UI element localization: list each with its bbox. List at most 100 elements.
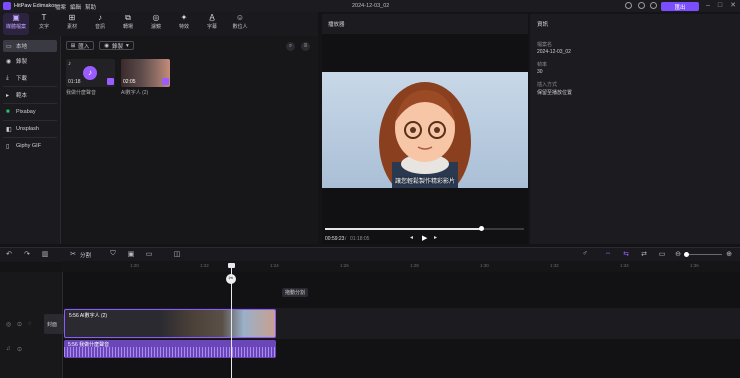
sidebar-item-label: Giphy GIF: [16, 143, 42, 149]
sidebar-item-label: 本地: [16, 44, 28, 50]
sidebar-item-giphy[interactable]: ▯ Giphy GIF: [3, 140, 57, 152]
sidebar-item-unsplash[interactable]: ◧ Unsplash: [3, 123, 57, 135]
preview-subtitle: 讓您輕鬆製作精彩影片: [394, 179, 455, 185]
list-view-icon[interactable]: ≡: [301, 42, 310, 51]
snap-icon[interactable]: ⇄: [639, 250, 649, 258]
maximize-icon[interactable]: □: [716, 2, 724, 10]
audio-clip-label: 5:56 我做什麼聲音: [68, 342, 110, 348]
split-label[interactable]: 分割: [80, 251, 91, 259]
media-thumb-audio[interactable]: ♪ ♪ 01:18: [66, 59, 115, 87]
ripple-icon[interactable]: ⇆: [621, 250, 631, 258]
minimize-icon[interactable]: –: [704, 2, 712, 10]
video-clip[interactable]: 5:56 AI數字人 (2): [64, 309, 276, 338]
track-eye-icon[interactable]: ◎: [6, 321, 11, 328]
scissors-icon[interactable]: ✂: [68, 250, 78, 258]
tool-subtitle[interactable]: A̲ 字幕: [199, 13, 225, 35]
music-note-icon: ♪: [68, 61, 71, 67]
tool-label: 濾鏡: [150, 24, 161, 30]
sidebar-item-label: Unsplash: [16, 126, 39, 132]
playhead-handle[interactable]: [228, 263, 235, 268]
track-mute-icon[interactable]: ◌: [28, 321, 32, 327]
sidebar-item-template[interactable]: ▸ 範本: [3, 89, 57, 101]
account-icon[interactable]: [638, 2, 645, 9]
text-icon: T: [41, 13, 47, 22]
sidebar-item-label: 下載: [16, 76, 28, 82]
zoom-in-icon[interactable]: ⊕: [724, 250, 734, 258]
sidebar-item-pixabay[interactable]: ■ Pixabay: [3, 106, 57, 118]
progress-handle[interactable]: [479, 226, 484, 231]
info-value: 2024-12-03_02: [537, 49, 571, 55]
audio-lock-icon[interactable]: ⊙: [17, 346, 22, 353]
tool-filter[interactable]: ◎ 濾鏡: [143, 13, 169, 35]
split-handle-icon[interactable]: ✂: [226, 274, 236, 284]
zoom-handle[interactable]: [684, 252, 689, 257]
audio-track-icon[interactable]: ♫: [6, 346, 11, 352]
tool-transition[interactable]: ⧉ 轉場: [115, 13, 141, 35]
help-icon[interactable]: [625, 2, 632, 9]
import-button[interactable]: ⊞ 匯入: [66, 41, 94, 50]
record-label: 錄製: [112, 43, 124, 50]
fit-icon[interactable]: ▭: [657, 250, 667, 258]
menu-file[interactable]: 檔案: [55, 3, 66, 11]
record-dropdown[interactable]: ◉ 錄製 ▾: [99, 41, 134, 50]
tool-text[interactable]: T 文字: [31, 13, 57, 35]
transition-icon: ⧉: [125, 13, 131, 22]
undo-icon[interactable]: ↶: [4, 250, 14, 258]
folder-icon: ▭: [6, 43, 12, 50]
audio-clip[interactable]: 5:56 我做什麼聲音: [64, 340, 276, 358]
tool-stickers[interactable]: ⊞ 素材: [59, 13, 85, 35]
menu-help[interactable]: 幫助: [85, 3, 96, 11]
next-frame-icon[interactable]: ▸: [434, 234, 437, 241]
info-label: 幀率: [537, 62, 548, 68]
app-logo-icon: [3, 2, 11, 10]
media-name: 我做什麼聲音: [66, 90, 97, 96]
media-duration: 02:05: [123, 79, 136, 85]
close-icon[interactable]: ✕: [729, 2, 737, 10]
tool-avatar[interactable]: ☺ 數位人: [227, 13, 253, 35]
project-title: 2024-12-03_02: [352, 3, 390, 9]
tool-label: 轉場: [122, 24, 133, 30]
ruler-tick: 1:22: [200, 263, 209, 268]
comment-icon[interactable]: ▭: [144, 250, 154, 258]
audio-icon: ♪: [98, 13, 102, 22]
tool-label: 媒體檔案: [5, 24, 26, 30]
media-thumb-video[interactable]: 02:05: [121, 59, 170, 87]
sidebar-item-label: 錄製: [16, 59, 28, 65]
search-icon[interactable]: ⌕: [286, 42, 295, 51]
prev-frame-icon[interactable]: ◂: [410, 234, 413, 241]
zoom-slider[interactable]: [686, 254, 722, 255]
split-tooltip: 拖動分割: [282, 288, 309, 297]
link-icon[interactable]: ⇔: [603, 250, 613, 257]
tool-label: 數位人: [232, 24, 248, 30]
tool-effects[interactable]: ✦ 特效: [171, 13, 197, 35]
sidebar-divider: [3, 86, 57, 87]
play-icon[interactable]: ▶: [422, 234, 427, 242]
unsplash-icon: ◧: [6, 126, 12, 133]
ruler-tick: 1:20: [130, 263, 139, 268]
sidebar-item-download[interactable]: ⤓ 下載: [3, 72, 57, 84]
export-button[interactable]: 匯出: [661, 2, 699, 11]
freeze-icon[interactable]: ◫: [172, 250, 182, 258]
chevron-down-icon: ▾: [126, 42, 129, 49]
check-icon: [107, 78, 114, 85]
feedback-icon[interactable]: [650, 2, 657, 9]
template-icon: ▸: [6, 92, 10, 99]
tool-media[interactable]: ▣ 媒體檔案: [3, 13, 29, 35]
delete-icon[interactable]: ▥: [40, 250, 50, 258]
cover-button[interactable]: 封面: [44, 314, 64, 334]
tool-label: 音訊: [94, 24, 105, 30]
sidebar-divider: [3, 120, 57, 121]
text-box-icon[interactable]: ▣: [126, 250, 136, 258]
tool-audio[interactable]: ♪ 音訊: [87, 13, 113, 35]
mic-icon[interactable]: ♂: [580, 250, 590, 257]
menu-edit[interactable]: 編輯: [70, 3, 81, 11]
track-lock-icon[interactable]: ⊙: [17, 321, 22, 328]
redo-icon[interactable]: ↷: [22, 250, 32, 258]
video-clip-label: 5:56 AI數字人 (2): [69, 313, 108, 319]
ruler-tick: 1:34: [620, 263, 629, 268]
effects-icon: ✦: [180, 13, 188, 22]
zoom-out-icon[interactable]: ⊖: [673, 250, 683, 258]
sidebar-item-record[interactable]: ◉ 錄製: [3, 55, 57, 67]
shield-icon[interactable]: ⛉: [108, 250, 118, 258]
sidebar-item-local[interactable]: ▭ 本地: [3, 40, 57, 52]
